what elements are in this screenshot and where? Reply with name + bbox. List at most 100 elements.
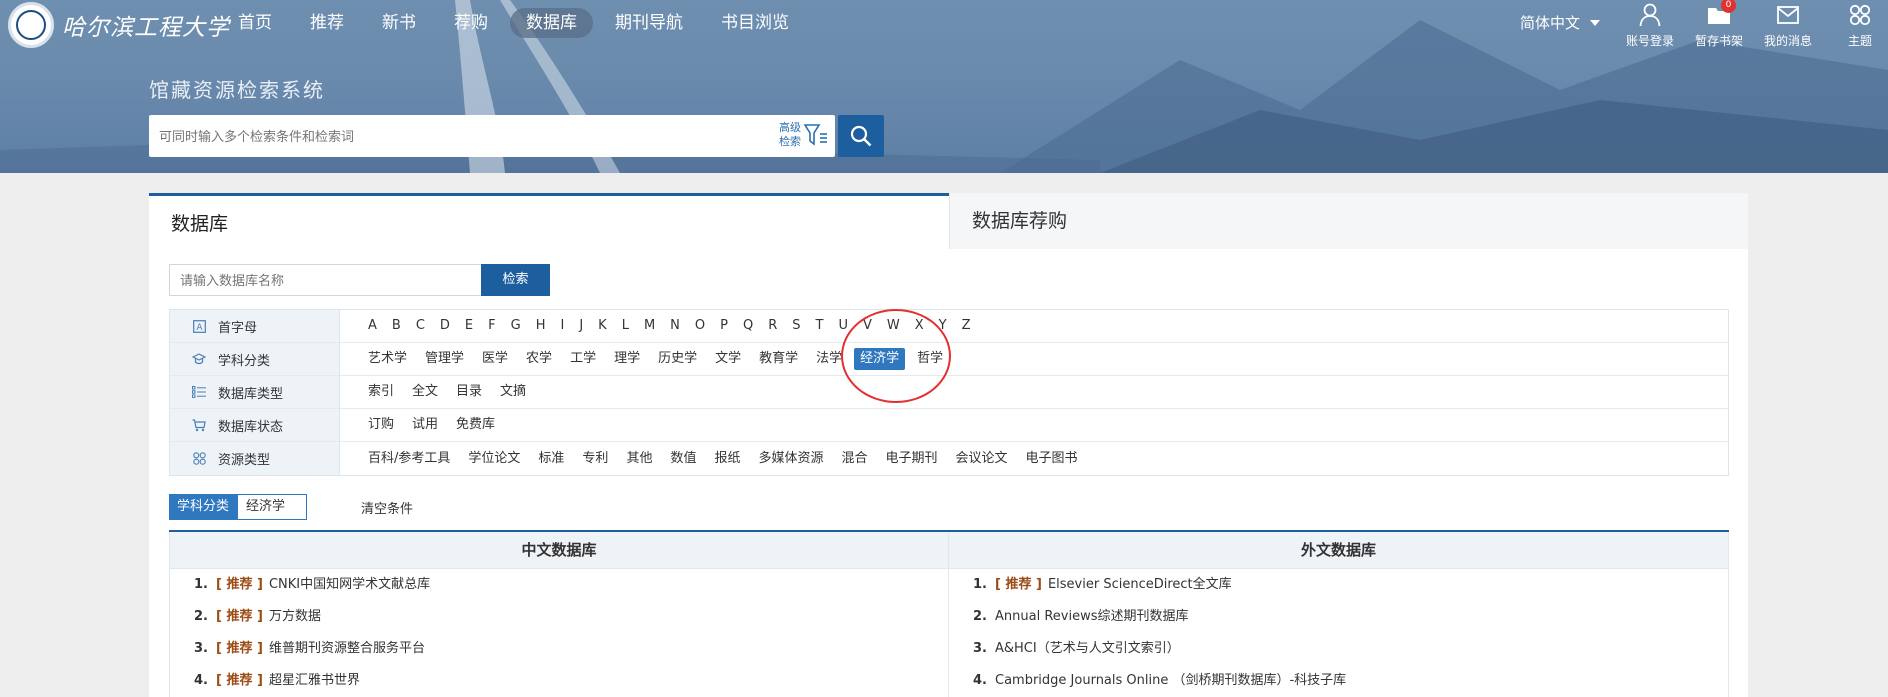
nav-recommend[interactable]: 推荐 [294,8,360,38]
filter-row-db-status: 数据库状态 订购 试用 免费库 [170,409,1728,442]
login-button[interactable]: 账号登录 [1620,2,1680,49]
subject-medicine[interactable]: 医学 [476,348,514,370]
res-newspaper[interactable]: 报纸 [708,448,746,470]
list-item[interactable]: 1. [ 推荐 ] Elsevier ScienceDirect全文库 [949,569,1728,601]
svg-text:A: A [196,323,203,333]
letter-n[interactable]: N [664,315,686,337]
letter-h[interactable]: H [530,315,552,337]
letter-z[interactable]: Z [956,315,977,337]
subject-engineering[interactable]: 工学 [564,348,602,370]
letter-a[interactable]: A [362,315,383,337]
subject-literature[interactable]: 文学 [709,348,747,370]
letter-p[interactable]: P [714,315,734,337]
letter-l[interactable]: L [616,315,635,337]
database-name-input[interactable] [169,264,482,296]
list-item[interactable]: 3. A&HCI（艺术与人文引文索引） [949,633,1728,665]
db-name-link[interactable]: CNKI中国知网学术文献总库 [269,577,430,592]
letter-i[interactable]: I [554,315,570,337]
list-item[interactable]: 2. [ 推荐 ] 万方数据 [170,601,948,633]
res-standard[interactable]: 标准 [532,448,570,470]
active-condition[interactable]: 学科分类 经济学 [169,494,308,520]
res-numeric[interactable]: 数值 [664,448,702,470]
letter-s[interactable]: S [786,315,806,337]
subject-history[interactable]: 历史学 [652,348,703,370]
nav-catalog-browse[interactable]: 书目浏览 [705,8,805,38]
messages-button[interactable]: 我的消息 [1758,2,1818,49]
recommend-tag: [ 推荐 ] [216,577,263,592]
db-name-link[interactable]: Cambridge Journals Online （剑桥期刊数据库）-科技子库 [995,673,1346,688]
letter-b[interactable]: B [386,315,407,337]
res-reference[interactable]: 百科/参考工具 [362,448,456,470]
advanced-label-line1: 高级 [779,121,801,134]
letter-d[interactable]: D [434,315,456,337]
db-name-link[interactable]: Annual Reviews综述期刊数据库 [995,609,1188,624]
main-search-input[interactable] [159,124,759,148]
subject-economics[interactable]: 经济学 [854,348,906,370]
type-fulltext[interactable]: 全文 [406,381,444,403]
theme-button[interactable]: 主题 [1830,2,1888,49]
status-trial[interactable]: 试用 [406,414,444,436]
list-item[interactable]: 2. Annual Reviews综述期刊数据库 [949,601,1728,633]
type-catalog[interactable]: 目录 [450,381,488,403]
letter-x[interactable]: X [909,315,930,337]
subject-art[interactable]: 艺术学 [362,348,413,370]
tab-database[interactable]: 数据库 [149,193,949,249]
letter-t[interactable]: T [810,315,830,337]
main-search-button[interactable] [838,115,884,157]
res-multimedia[interactable]: 多媒体资源 [752,448,829,470]
item-number: 4. [973,673,987,688]
letter-f[interactable]: F [482,315,501,337]
language-selector[interactable]: 简体中文 [1520,12,1601,33]
res-conference[interactable]: 会议论文 [950,448,1014,470]
letter-j[interactable]: J [573,315,589,337]
status-free[interactable]: 免费库 [450,414,501,436]
university-logo[interactable]: 哈尔滨工程大学 [8,2,230,48]
res-thesis[interactable]: 学位论文 [462,448,526,470]
bookshelf-button[interactable]: 0 暂存书架 [1689,0,1749,49]
letter-g[interactable]: G [505,315,527,337]
type-index[interactable]: 索引 [362,381,400,403]
db-name-link[interactable]: A&HCI（艺术与人文引文索引） [995,641,1180,656]
list-item[interactable]: 1. [ 推荐 ] CNKI中国知网学术文献总库 [170,569,948,601]
subject-education[interactable]: 教育学 [753,348,804,370]
subject-agriculture[interactable]: 农学 [520,348,558,370]
letter-w[interactable]: W [881,315,906,337]
tab-database-recommend[interactable]: 数据库荐购 [949,193,1748,249]
clear-conditions-button[interactable]: 清空条件 [361,498,413,517]
res-ejournal[interactable]: 电子期刊 [880,448,944,470]
res-ebook[interactable]: 电子图书 [1020,448,1084,470]
advanced-search-button[interactable]: 高级 检索 [779,121,828,149]
subject-science[interactable]: 理学 [608,348,646,370]
type-abstract[interactable]: 文摘 [494,381,532,403]
letter-v[interactable]: V [857,315,878,337]
nav-purchase-suggest[interactable]: 荐购 [438,8,504,38]
letter-c[interactable]: C [410,315,431,337]
letter-o[interactable]: O [689,315,711,337]
subject-philosophy[interactable]: 哲学 [911,348,949,370]
status-subscribed[interactable]: 订购 [362,414,400,436]
subject-law[interactable]: 法学 [810,348,848,370]
subject-management[interactable]: 管理学 [419,348,470,370]
letter-e[interactable]: E [459,315,479,337]
list-item[interactable]: 3. [ 推荐 ] 维普期刊资源整合服务平台 [170,633,948,665]
list-item[interactable]: 4. [ 推荐 ] 超星汇雅书世界 [170,665,948,697]
nav-database[interactable]: 数据库 [510,8,593,38]
letter-m[interactable]: M [638,315,661,337]
letter-y[interactable]: Y [933,315,953,337]
db-name-link[interactable]: 维普期刊资源整合服务平台 [269,641,425,656]
nav-home[interactable]: 首页 [222,8,288,38]
res-patent[interactable]: 专利 [576,448,614,470]
letter-u[interactable]: U [832,315,854,337]
letter-r[interactable]: R [762,315,783,337]
database-search-button[interactable]: 检索 [481,264,550,296]
res-mixed[interactable]: 混合 [836,448,874,470]
nav-new-books[interactable]: 新书 [366,8,432,38]
list-item[interactable]: 4. Cambridge Journals Online （剑桥期刊数据库）-科技… [949,665,1728,697]
letter-k[interactable]: K [592,315,613,337]
letter-q[interactable]: Q [737,315,759,337]
nav-journal-guide[interactable]: 期刊导航 [599,8,699,38]
db-name-link[interactable]: 超星汇雅书世界 [269,673,360,688]
db-name-link[interactable]: 万方数据 [269,609,321,624]
res-other[interactable]: 其他 [620,448,658,470]
db-name-link[interactable]: Elsevier ScienceDirect全文库 [1048,577,1232,592]
